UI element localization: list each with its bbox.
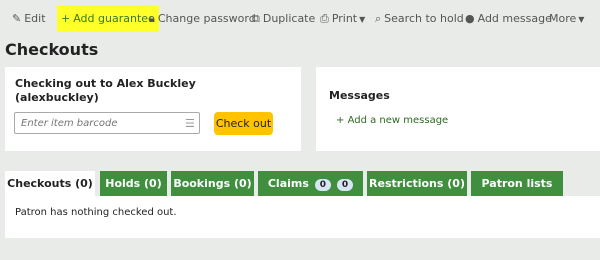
add-message-button[interactable]: ● Add message (465, 6, 552, 32)
add-guarantee-button[interactable]: + Add guarantee (57, 6, 159, 32)
tab-bookings[interactable]: Bookings (0) (171, 171, 254, 196)
barcode-settings-icon[interactable]: ☰ (185, 117, 195, 130)
search-icon: ⌕ (375, 12, 382, 25)
tab-restrictions[interactable]: Restrictions (0) (367, 171, 467, 196)
tab-patron-lists[interactable]: Patron lists (0) (471, 171, 563, 215)
add-new-message-link[interactable]: + Add a new message (336, 115, 448, 126)
change-password-button[interactable]: 🔒︎ Change password (149, 6, 256, 32)
lock-icon: 🔒︎ (149, 12, 155, 25)
duplicate-button[interactable]: ⧉ Duplicate (252, 6, 315, 32)
printer-icon: ⎙ (320, 12, 329, 25)
barcode-input[interactable] (14, 112, 200, 134)
check-out-button[interactable]: Check out (214, 112, 273, 135)
more-button[interactable]: More ▼ (549, 6, 584, 32)
claims-count-badge: 0 (336, 179, 354, 191)
tab-checkouts[interactable]: Checkouts (0) (5, 171, 95, 197)
patron-toolbar: ✎ Edit + Add guarantee 🔒︎ Change password ⧉… (0, 6, 600, 32)
claims-count-badge: 0 (314, 179, 332, 191)
edit-button[interactable]: ✎ Edit (12, 6, 46, 32)
caret-down-icon: ▼ (578, 15, 585, 24)
tab-holds[interactable]: Holds (0) (100, 171, 167, 196)
messages-panel: Messages + Add a new message (316, 67, 600, 151)
empty-checkouts-message: Patron has nothing checked out. (15, 207, 177, 218)
caret-down-icon: ▼ (359, 15, 366, 24)
patron-tabs: Checkouts (0) Holds (0) Bookings (0) Cla… (5, 171, 600, 215)
page-title: Checkouts (5, 40, 99, 59)
copy-icon: ⧉ (252, 12, 260, 25)
plus-icon: + (61, 12, 71, 25)
pencil-icon: ✎ (12, 12, 22, 25)
tab-claims[interactable]: Claims 0 0 (258, 171, 363, 196)
messages-heading: Messages (329, 89, 390, 102)
checkout-panel: Checking out to Alex Buckley (alexbuckle… (5, 67, 301, 151)
print-button[interactable]: ⎙ Print ▼ (320, 6, 365, 32)
search-to-hold-button[interactable]: ⌕ Search to hold (375, 6, 464, 32)
checkouts-tab-panel: Patron has nothing checked out. (5, 196, 600, 238)
checkout-heading: Checking out to Alex Buckley (alexbuckle… (15, 77, 196, 104)
comment-icon: ● (465, 12, 475, 25)
plus-icon: + (336, 115, 348, 126)
